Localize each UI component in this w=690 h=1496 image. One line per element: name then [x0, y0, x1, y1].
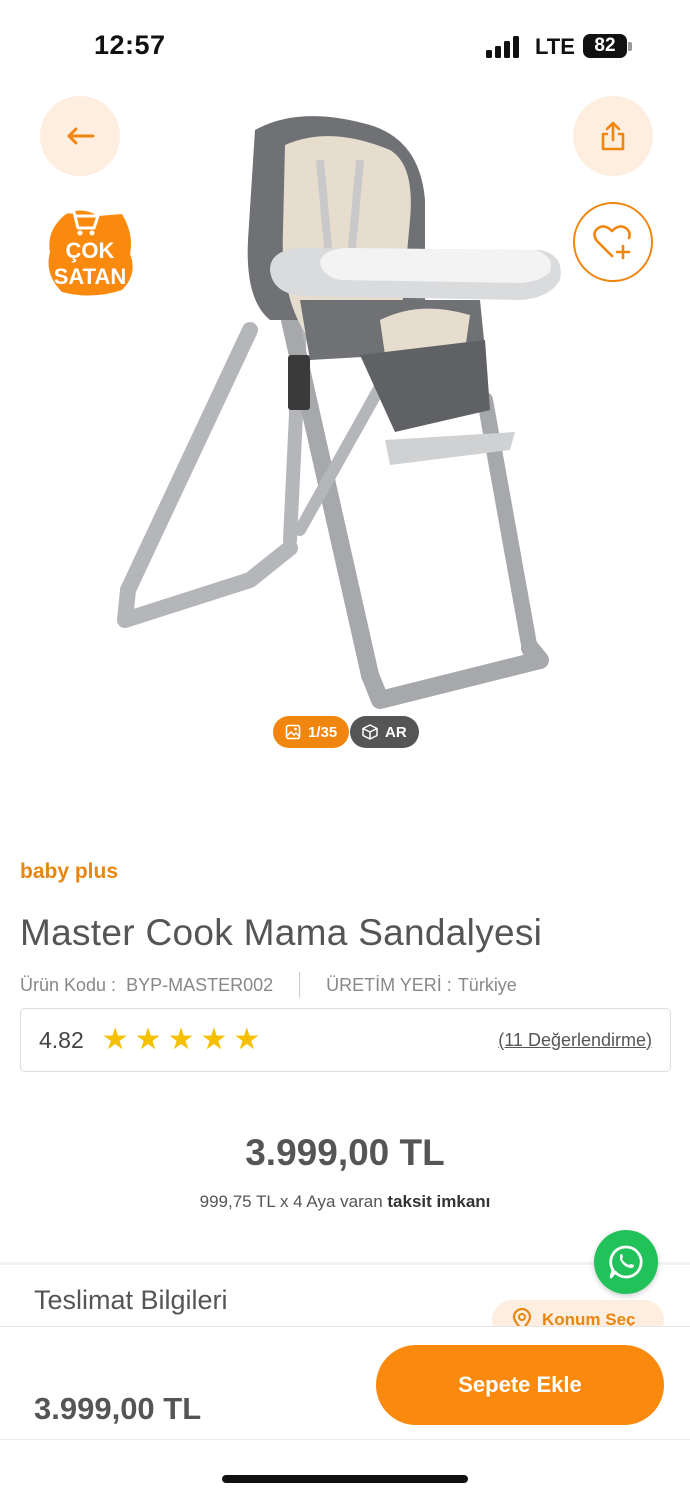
- favorite-button[interactable]: [573, 202, 653, 282]
- installment-bold: taksit imkanı: [387, 1192, 491, 1211]
- battery-tip: [628, 42, 632, 51]
- bottom-divider: [0, 1439, 690, 1440]
- rating-box[interactable]: 4.82 ★ ★ ★ ★ ★ (11 Değerlendirme): [20, 1008, 671, 1072]
- back-button[interactable]: [40, 96, 120, 176]
- star-icon: ★: [101, 1023, 129, 1056]
- back-arrow-icon: [67, 127, 95, 145]
- high-chair-image: [117, 116, 561, 709]
- rating-value: 4.82: [39, 1026, 84, 1053]
- origin-value: Türkiye: [457, 974, 517, 995]
- best-seller-badge: ÇOK SATAN: [42, 204, 138, 300]
- share-icon: [601, 121, 625, 151]
- image-icon: [285, 724, 301, 740]
- delivery-title: Teslimat Bilgileri: [34, 1285, 228, 1315]
- star-icon: ★: [134, 1023, 162, 1056]
- home-indicator: [222, 1475, 468, 1483]
- meta-divider: [299, 972, 301, 998]
- product-price: 3.999,00 TL: [245, 1132, 445, 1173]
- brand-link[interactable]: baby plus: [20, 860, 118, 884]
- whatsapp-button[interactable]: [594, 1230, 658, 1294]
- product-image[interactable]: [0, 90, 690, 770]
- star-icon: ★: [233, 1023, 261, 1056]
- heart-plus-icon: [593, 225, 631, 260]
- ar-label: AR: [385, 723, 407, 741]
- best-seller-line1: ÇOK: [66, 238, 115, 263]
- product-title: Master Cook Mama Sandalyesi: [20, 912, 543, 953]
- bottom-bar: 3.999,00 TL Sepete Ekle: [0, 1326, 690, 1496]
- add-to-cart-button[interactable]: Sepete Ekle: [376, 1345, 664, 1425]
- cube-icon: [362, 724, 378, 740]
- bottom-price: 3.999,00 TL: [34, 1391, 202, 1426]
- product-code: BYP-MASTER002: [126, 974, 274, 995]
- star-icon: ★: [200, 1023, 228, 1056]
- status-time: 12:57: [94, 30, 166, 60]
- image-counter-badge[interactable]: 1/35: [273, 716, 350, 748]
- reviews-link[interactable]: (11 Değerlendirme): [498, 1030, 652, 1051]
- rating-stars: ★ ★ ★ ★ ★: [102, 1025, 261, 1055]
- best-seller-line2: SATAN: [54, 264, 127, 289]
- section-divider: [0, 1262, 690, 1265]
- battery-icon: 82: [583, 34, 627, 58]
- product-meta: Ürün Kodu : BYP-MASTER002 ÜRETİM YERİ : …: [20, 972, 517, 998]
- network-label: LTE: [535, 34, 575, 59]
- installment-text: 999,75 TL x 4 Aya varan: [199, 1192, 383, 1211]
- star-icon: ★: [167, 1023, 195, 1056]
- whatsapp-icon: [609, 1245, 643, 1279]
- installment-info: 999,75 TL x 4 Aya varan taksit imkanı: [0, 1192, 690, 1212]
- origin-label: ÜRETİM YERİ :: [326, 974, 452, 995]
- ar-button[interactable]: AR: [350, 716, 419, 748]
- signal-icon: [486, 36, 522, 58]
- product-code-label: Ürün Kodu :: [20, 974, 117, 995]
- share-button[interactable]: [573, 96, 653, 176]
- image-counter: 1/35: [308, 723, 338, 741]
